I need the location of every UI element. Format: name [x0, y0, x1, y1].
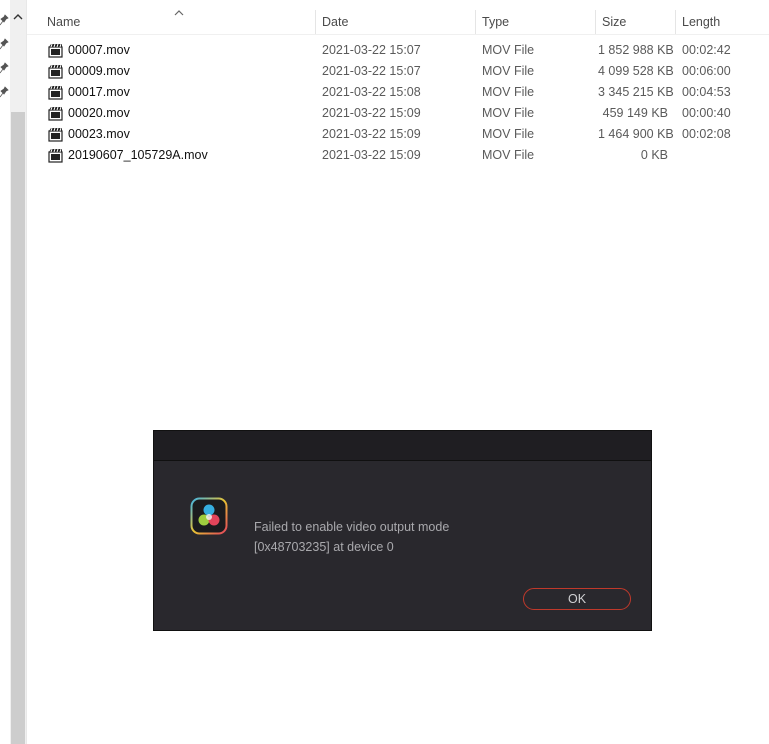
file-date: 2021-03-22 15:09 [322, 106, 421, 120]
quick-access-pins [0, 0, 10, 744]
scrollbar-thumb[interactable] [11, 112, 25, 744]
file-name: 20190607_105729A.mov [68, 148, 208, 162]
file-type: MOV File [482, 85, 535, 99]
video-file-icon [48, 148, 63, 163]
file-length: 00:02:08 [682, 127, 731, 141]
file-type: MOV File [482, 64, 535, 78]
file-row[interactable]: 00017.mov 2021-03-22 15:08 MOV File 3 34… [27, 82, 769, 103]
column-separator[interactable] [595, 10, 596, 34]
video-file-icon [48, 64, 63, 79]
file-type: MOV File [482, 43, 535, 57]
file-length: 00:04:53 [682, 85, 731, 99]
error-dialog: Failed to enable video output mode [0x48… [153, 430, 652, 631]
file-size: 3 345 215 KB [598, 85, 674, 99]
file-name: 00020.mov [68, 106, 130, 120]
file-row[interactable]: 00009.mov 2021-03-22 15:07 MOV File 4 09… [27, 61, 769, 82]
file-length: 00:00:40 [682, 106, 731, 120]
file-row[interactable]: 00007.mov 2021-03-22 15:07 MOV File 1 85… [27, 40, 769, 61]
file-rows: 00007.mov 2021-03-22 15:07 MOV File 1 85… [27, 40, 769, 166]
file-size: 1 464 900 KB [598, 127, 674, 141]
dialog-title-bar[interactable] [154, 431, 651, 461]
file-size: 1 852 988 KB [598, 43, 674, 57]
column-separator[interactable] [315, 10, 316, 34]
file-name: 00007.mov [68, 43, 130, 57]
file-date: 2021-03-22 15:07 [322, 64, 421, 78]
davinci-resolve-icon [190, 497, 228, 535]
file-length: 00:02:42 [682, 43, 731, 57]
column-size[interactable]: Size [602, 0, 626, 34]
video-file-icon [48, 43, 63, 58]
file-name: 00023.mov [68, 127, 130, 141]
column-type[interactable]: Type [482, 0, 509, 34]
file-size: 459 149 KB [602, 106, 668, 120]
column-length[interactable]: Length [682, 0, 720, 34]
file-date: 2021-03-22 15:09 [322, 148, 421, 162]
column-separator[interactable] [475, 10, 476, 34]
error-message-line2: [0x48703235] at device 0 [254, 540, 394, 554]
pin-icon[interactable] [0, 14, 9, 26]
video-file-icon [48, 127, 63, 142]
file-size: 4 099 528 KB [598, 64, 674, 78]
file-name: 00017.mov [68, 85, 130, 99]
file-list: Name Date Type Size Length 00007.mov 202… [27, 0, 769, 744]
file-length: 00:06:00 [682, 64, 731, 78]
error-message: Failed to enable video output mode [0x48… [254, 517, 449, 557]
sort-ascending-icon [174, 4, 184, 16]
file-row[interactable]: 00020.mov 2021-03-22 15:09 MOV File 459 … [27, 103, 769, 124]
file-name: 00009.mov [68, 64, 130, 78]
pin-icon[interactable] [0, 86, 9, 98]
nav-scrollbar[interactable] [10, 0, 26, 744]
file-row[interactable]: 20190607_105729A.mov 2021-03-22 15:09 MO… [27, 145, 769, 166]
error-message-line1: Failed to enable video output mode [254, 520, 450, 534]
video-file-icon [48, 106, 63, 121]
file-date: 2021-03-22 15:08 [322, 85, 421, 99]
column-separator[interactable] [675, 10, 676, 34]
file-date: 2021-03-22 15:07 [322, 43, 421, 57]
pin-icon[interactable] [0, 62, 9, 74]
ok-button[interactable]: OK [523, 588, 631, 610]
column-header: Name Date Type Size Length [27, 0, 769, 35]
pin-icon[interactable] [0, 38, 9, 50]
file-date: 2021-03-22 15:09 [322, 127, 421, 141]
file-size: 0 KB [640, 148, 668, 162]
column-name[interactable]: Name [47, 0, 80, 34]
file-type: MOV File [482, 106, 535, 120]
scroll-up-icon[interactable] [12, 10, 24, 22]
column-date[interactable]: Date [322, 0, 348, 34]
file-type: MOV File [482, 127, 535, 141]
file-type: MOV File [482, 148, 535, 162]
video-file-icon [48, 85, 63, 100]
file-row[interactable]: 00023.mov 2021-03-22 15:09 MOV File 1 46… [27, 124, 769, 145]
